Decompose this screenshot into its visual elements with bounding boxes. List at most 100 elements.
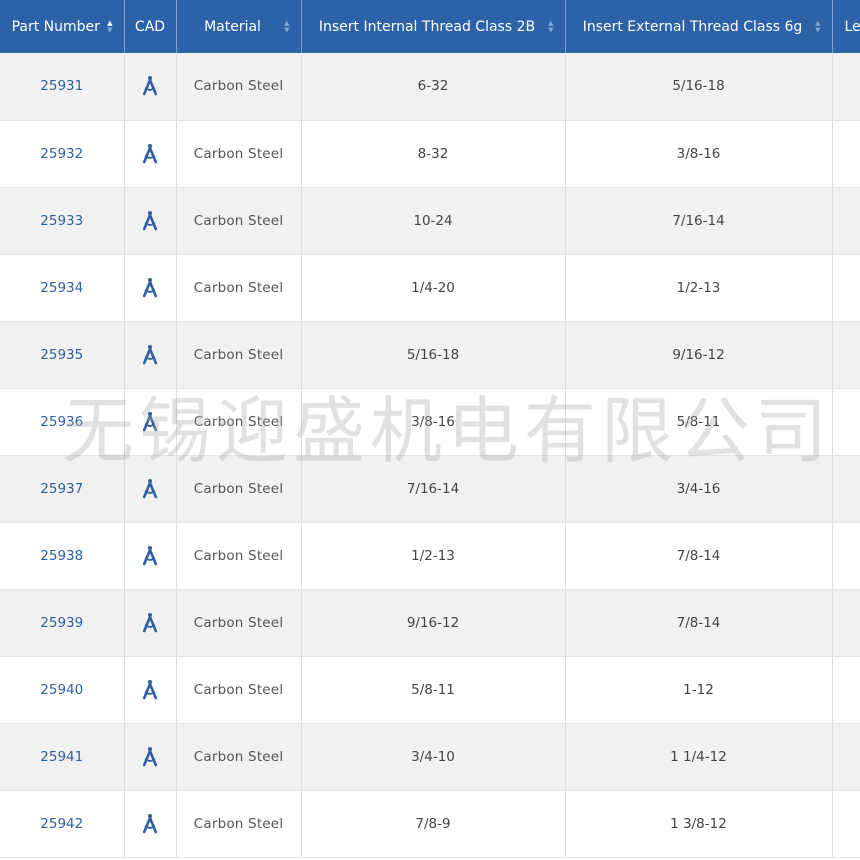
- part-number-link[interactable]: 25931: [0, 53, 125, 121]
- compass-icon[interactable]: [140, 143, 160, 163]
- column-header-label: Material: [204, 18, 261, 35]
- part-number-link[interactable]: 25942: [0, 790, 125, 858]
- table-header-row: Part Number ▲ ▼ CAD Material ▲ ▼ Insert …: [0, 0, 860, 53]
- external-thread-cell: 7/8-14: [565, 522, 833, 590]
- column-header-length[interactable]: Le: [832, 0, 860, 53]
- length-cell: [832, 120, 860, 188]
- internal-thread-text: 3/4-10: [411, 748, 455, 765]
- compass-icon[interactable]: [140, 679, 160, 699]
- compass-icon[interactable]: [140, 210, 160, 230]
- part-number-link[interactable]: 25941: [0, 723, 125, 791]
- internal-thread-text: 7/8-9: [415, 815, 451, 832]
- length-cell: [832, 589, 860, 657]
- part-number-text: 25938: [40, 547, 84, 564]
- internal-thread-text: 9/16-12: [406, 614, 460, 631]
- column-header-label: Part Number: [11, 18, 100, 35]
- column-header-label: Le: [844, 18, 860, 35]
- part-number-text: 25934: [40, 279, 84, 296]
- compass-icon[interactable]: [140, 545, 160, 565]
- column-header-material[interactable]: Material ▲ ▼: [176, 0, 302, 53]
- cad-cell: [124, 187, 177, 255]
- table-row: 25936 Carbon Steel 3/8-16 5/8-11: [0, 388, 860, 456]
- part-number-link[interactable]: 25932: [0, 120, 125, 188]
- table-row: 25939 Carbon Steel 9/16-12 7/8-14: [0, 589, 860, 657]
- part-number-link[interactable]: 25937: [0, 455, 125, 523]
- length-cell: [832, 723, 860, 791]
- internal-thread-text: 3/8-16: [411, 413, 455, 430]
- table-body: 25931 Carbon Steel 6-32 5/16-18 25932 Ca…: [0, 53, 860, 858]
- table-row: 25941 Carbon Steel 3/4-10 1 1/4-12: [0, 723, 860, 791]
- external-thread-cell: 7/8-14: [565, 589, 833, 657]
- internal-thread-text: 6-32: [417, 78, 449, 95]
- column-header-external-thread[interactable]: Insert External Thread Class 6g ▲ ▼: [565, 0, 833, 53]
- external-thread-text: 1/2-13: [676, 279, 721, 296]
- internal-thread-text: 10-24: [413, 212, 453, 229]
- part-number-text: 25933: [40, 212, 84, 229]
- external-thread-cell: 7/16-14: [565, 187, 833, 255]
- part-number-link[interactable]: 25938: [0, 522, 125, 590]
- compass-icon[interactable]: [140, 813, 160, 833]
- part-number-link[interactable]: 25933: [0, 187, 125, 255]
- cad-cell: [124, 321, 177, 389]
- column-header-part-number[interactable]: Part Number ▲ ▼: [0, 0, 125, 53]
- length-cell: [832, 254, 860, 322]
- material-cell: Carbon Steel: [176, 388, 302, 456]
- material-cell: Carbon Steel: [176, 455, 302, 523]
- sort-icon[interactable]: ▲ ▼: [284, 19, 290, 34]
- part-number-link[interactable]: 25940: [0, 656, 125, 724]
- length-cell: [832, 53, 860, 121]
- external-thread-cell: 5/8-11: [565, 388, 833, 456]
- sort-icon[interactable]: ▲ ▼: [548, 19, 553, 34]
- column-header-cad: CAD: [124, 0, 177, 53]
- cad-cell: [124, 522, 177, 590]
- compass-icon[interactable]: [140, 277, 160, 297]
- compass-icon[interactable]: [140, 344, 160, 364]
- external-thread-text: 1-12: [683, 681, 714, 698]
- internal-thread-cell: 8-32: [301, 120, 566, 188]
- part-number-link[interactable]: 25935: [0, 321, 125, 389]
- cad-cell: [124, 455, 177, 523]
- column-header-label: Insert External Thread Class 6g: [582, 18, 803, 35]
- table-row: 25935 Carbon Steel 5/16-18 9/16-12: [0, 321, 860, 389]
- sort-down-arrow: ▼: [284, 25, 290, 34]
- cad-cell: [124, 589, 177, 657]
- part-number-link[interactable]: 25939: [0, 589, 125, 657]
- external-thread-cell: 1-12: [565, 656, 833, 724]
- table-row: 25933 Carbon Steel 10-24 7/16-14: [0, 187, 860, 255]
- compass-icon[interactable]: [140, 478, 160, 498]
- part-number-link[interactable]: 25934: [0, 254, 125, 322]
- internal-thread-cell: 6-32: [301, 53, 566, 121]
- length-cell: [832, 790, 860, 858]
- compass-icon[interactable]: [140, 612, 160, 632]
- sort-down-arrow: ▼: [107, 25, 113, 34]
- compass-icon[interactable]: [140, 746, 160, 766]
- material-cell: Carbon Steel: [176, 53, 302, 121]
- internal-thread-cell: 5/8-11: [301, 656, 566, 724]
- material-text: Carbon Steel: [193, 614, 284, 631]
- internal-thread-text: 1/4-20: [411, 279, 455, 296]
- material-cell: Carbon Steel: [176, 120, 302, 188]
- cad-cell: [124, 120, 177, 188]
- external-thread-text: 7/8-14: [676, 547, 721, 564]
- external-thread-text: 3/8-16: [676, 145, 721, 162]
- column-header-label: CAD: [134, 18, 166, 35]
- material-text: Carbon Steel: [193, 815, 284, 832]
- compass-icon[interactable]: [140, 411, 160, 431]
- table-row: 25938 Carbon Steel 1/2-13 7/8-14: [0, 522, 860, 590]
- internal-thread-cell: 10-24: [301, 187, 566, 255]
- compass-icon[interactable]: [140, 76, 160, 96]
- external-thread-cell: 1/2-13: [565, 254, 833, 322]
- length-cell: [832, 455, 860, 523]
- column-header-internal-thread[interactable]: Insert Internal Thread Class 2B ▲ ▼: [301, 0, 566, 53]
- sort-icon[interactable]: ▲ ▼: [815, 19, 820, 34]
- material-text: Carbon Steel: [193, 547, 284, 564]
- material-text: Carbon Steel: [193, 748, 284, 765]
- material-cell: Carbon Steel: [176, 254, 302, 322]
- material-text: Carbon Steel: [193, 145, 284, 162]
- part-number-link[interactable]: 25936: [0, 388, 125, 456]
- internal-thread-cell: 9/16-12: [301, 589, 566, 657]
- sort-ascending-icon[interactable]: ▲ ▼: [107, 19, 113, 34]
- table-row: 25932 Carbon Steel 8-32 3/8-16: [0, 120, 860, 188]
- external-thread-text: 7/16-14: [672, 212, 725, 229]
- part-number-text: 25939: [40, 614, 84, 631]
